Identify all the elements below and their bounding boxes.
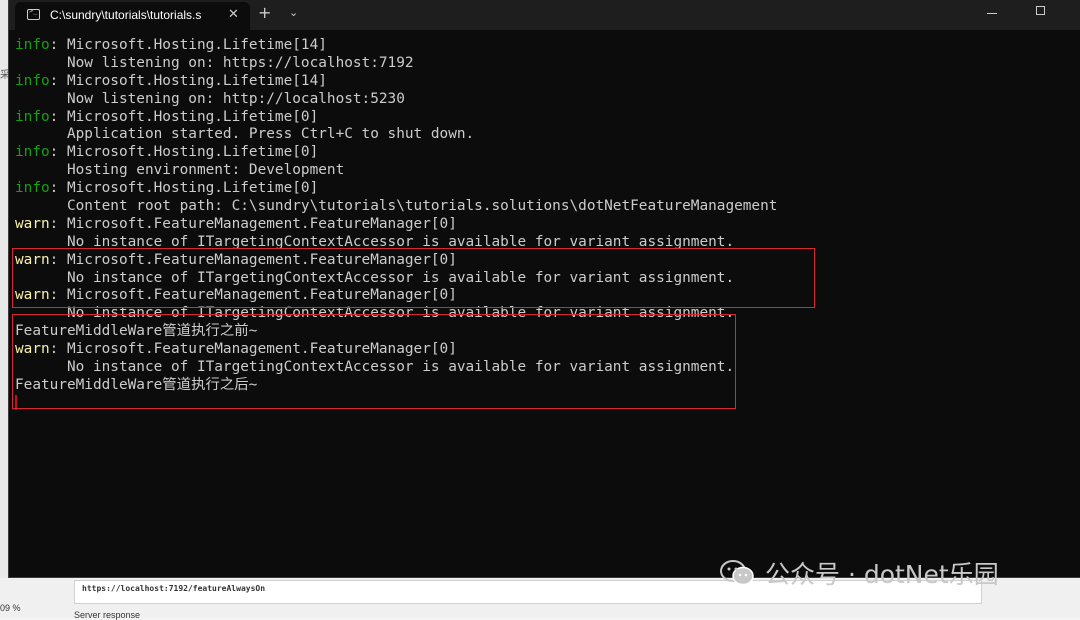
console-line: info: Microsoft.Hosting.Lifetime[0] [15,109,777,127]
log-message: Content root path: C:\sundry\tutorials\t… [15,198,778,215]
log-level-warn: warn [15,215,50,232]
console-line: info: Microsoft.Hosting.Lifetime[0] [15,180,777,198]
terminal-tab[interactable]: C:\sundry\tutorials\tutorials.s ✕ [15,2,250,30]
console-line: Application started. Press Ctrl+C to shu… [15,126,777,144]
zoom-level: 09 % [0,603,21,613]
highlight-box-middleware [12,314,736,409]
console-line: warn: Microsoft.FeatureManagement.Featur… [15,216,777,234]
maximize-button[interactable] [1036,6,1045,15]
console-line: info: Microsoft.Hosting.Lifetime[14] [15,37,777,55]
log-message: : Microsoft.Hosting.Lifetime[0] [49,108,319,125]
console-line: Hosting environment: Development [15,162,777,180]
minimize-button[interactable] [987,13,997,14]
console-line: info: Microsoft.Hosting.Lifetime[14] [15,73,777,91]
log-message: Application started. Press Ctrl+C to shu… [15,126,475,143]
console-line: Now listening on: http://localhost:5230 [15,91,777,109]
wechat-icon [720,560,754,586]
log-message: Now listening on: https://localhost:7192 [15,54,414,71]
log-message: Hosting environment: Development [15,162,345,179]
watermark: 公众号 · dotNet乐园 [719,555,999,591]
log-message: : Microsoft.Hosting.Lifetime[14] [49,37,327,53]
log-level-info: info [15,144,50,161]
log-message: : Microsoft.Hosting.Lifetime[0] [49,144,319,161]
new-tab-button[interactable]: + [258,3,271,22]
console-line: Now listening on: https://localhost:7192 [15,55,777,73]
highlight-box-warnings [12,248,815,308]
console-line: info: Microsoft.Hosting.Lifetime[0] [15,144,777,162]
terminal-titlebar[interactable]: C:\sundry\tutorials\tutorials.s ✕ + ⌄ [9,0,1080,30]
console-line: Content root path: C:\sundry\tutorials\t… [15,198,777,216]
close-tab-icon[interactable]: ✕ [228,7,239,22]
server-response-label: Server response [74,610,141,620]
request-url: https://localhost:7192/featureAlwaysOn [82,584,266,593]
log-message: : Microsoft.FeatureManagement.FeatureMan… [49,215,457,232]
background-app-edge [0,0,8,617]
watermark-text: 公众号 · dotNet乐园 [765,560,999,589]
terminal-icon [27,7,40,20]
log-message: : Microsoft.Hosting.Lifetime[14] [49,72,327,89]
log-level-info: info [15,72,50,89]
chevron-down-icon[interactable]: ⌄ [289,6,298,19]
log-level-info: info [15,37,50,53]
log-level-info: info [15,180,50,197]
log-message: Now listening on: http://localhost:5230 [15,90,405,107]
tab-title: C:\sundry\tutorials\tutorials.s [50,8,202,22]
log-message: : Microsoft.Hosting.Lifetime[0] [49,180,319,197]
log-level-info: info [15,108,50,125]
